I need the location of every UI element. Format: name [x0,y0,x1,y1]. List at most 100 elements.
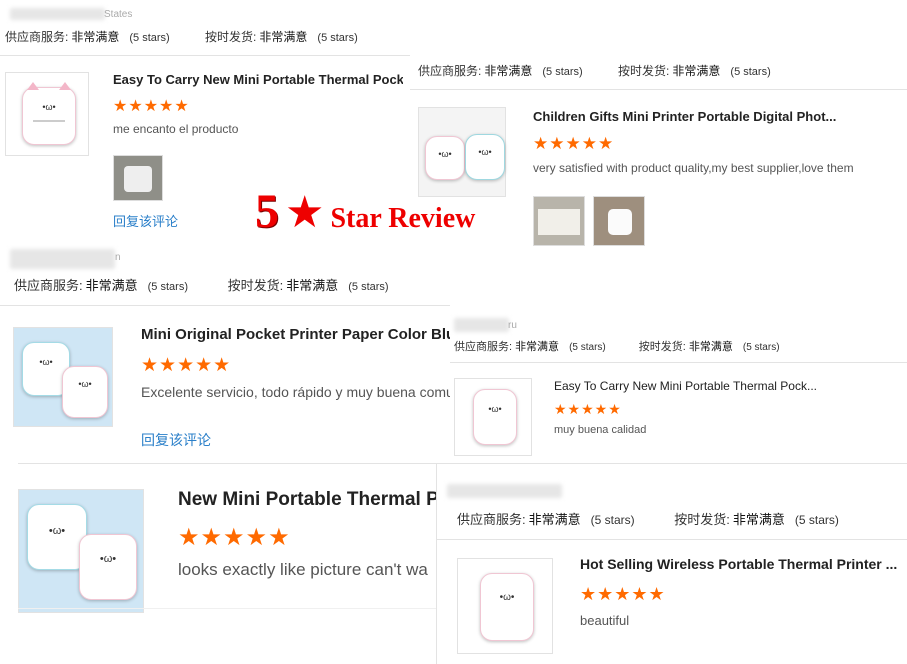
review-text: me encanto el producto [113,122,239,136]
shipping-stars: (5 stars) [348,281,389,293]
product-title[interactable]: Mini Original Pocket Printer Paper Color… [141,326,450,343]
review-photo[interactable] [533,196,585,246]
review-photo[interactable] [113,155,163,201]
printer-face-icon: •ω• [78,379,92,389]
headline-star-icon: ★ [285,188,325,237]
supplier-service-label: 供应商服务: [418,64,482,78]
supplier-service-stars: (5 stars) [129,32,170,44]
printer-face-icon: •ω• [438,149,452,159]
star-rating: ★★★★★ [533,134,615,153]
review-text: beautiful [580,613,630,628]
star-rating: ★★★★★ [554,401,622,417]
printer-face-icon: •ω• [488,404,502,414]
divider [0,55,410,56]
divider [18,463,436,464]
product-title[interactable]: Easy To Carry New Mini Portable Thermal … [113,72,403,87]
divider [450,362,907,363]
supplier-service-label: 供应商服务: [14,278,83,293]
supplier-service-stars: (5 stars) [147,281,188,293]
divider [410,89,907,90]
divider [437,539,907,540]
divider [18,608,436,609]
shipping-value: 非常满意 [688,341,733,353]
printer-face-icon: •ω• [99,553,117,565]
seller-rating-row: 供应商服务: 非常满意 (5 stars) 按时发货: 非常满意 (5 stars) [418,62,771,79]
country-label: n [115,252,121,263]
country-label: States [104,9,133,20]
shipping-label: 按时发货: [674,512,730,527]
supplier-service-label: 供应商服务: [5,30,69,44]
product-thumbnail[interactable]: •ω• [454,378,532,456]
product-thumbnail[interactable]: •ω• •ω• [18,489,144,613]
printer-face-icon: •ω• [48,525,66,537]
supplier-service-value: 非常满意 [484,64,533,78]
product-title[interactable]: New Mini Portable Thermal P [178,489,436,511]
shipping-stars: (5 stars) [730,66,771,78]
product-thumbnail[interactable]: •ω• [5,72,89,156]
reply-link[interactable]: 回复该评论 [141,430,211,450]
supplier-service-label: 供应商服务: [457,512,526,527]
printer-image: •ω• [22,82,76,145]
reply-link[interactable]: 回复该评论 [113,211,178,230]
review-card-2: 供应商服务: 非常满意 (5 stars) 按时发货: 非常满意 (5 stars) •… [410,55,907,255]
review-text: looks exactly like picture can't wa [178,560,428,579]
shipping-label: 按时发货: [205,30,257,44]
username-blur [454,318,509,332]
product-title[interactable]: Easy To Carry New Mini Portable Thermal … [554,379,854,393]
supplier-service-value: 非常满意 [515,341,560,353]
supplier-service-stars: (5 stars) [590,513,635,527]
shipping-stars: (5 stars) [794,513,839,527]
username-blur [10,249,115,269]
shipping-value: 非常满意 [286,278,339,293]
supplier-service-value: 非常满意 [71,30,120,44]
shipping-label: 按时发货: [618,64,670,78]
seller-rating-row: 供应商服务: 非常满意 (5 stars) 按时发货: 非常满意 (5 stars) [5,28,358,45]
username-blur [447,484,562,498]
username-blur [10,8,105,20]
product-thumbnail[interactable]: •ω• •ω• [13,327,113,427]
product-title[interactable]: Hot Selling Wireless Portable Thermal Pr… [580,556,900,572]
headline-text: Star Review [330,203,476,234]
review-text: very satisfied with product quality,my b… [533,161,854,175]
printer-image: •ω• [480,573,534,641]
supplier-service-value: 非常满意 [85,278,138,293]
printer-face-icon: •ω• [499,592,515,603]
divider [0,305,450,306]
review-text: muy buena calidad [554,424,647,436]
seller-rating-row: 供应商服务: 非常满意 (5 stars) 按时发货: 非常满意 (5 stars) [454,338,780,354]
review-text: Excelente servicio, todo rápido y muy bu… [141,384,450,400]
shipping-stars: (5 stars) [742,342,780,353]
supplier-service-stars: (5 stars) [569,342,606,353]
review-card-5: •ω• •ω• New Mini Portable Thermal P ★★★★… [0,463,436,664]
country-label: ru [508,320,517,331]
review-card-4: ru 供应商服务: 非常满意 (5 stars) 按时发货: 非常满意 (5 stars… [450,310,907,460]
shipping-label: 按时发货: [638,341,686,353]
shipping-label: 按时发货: [227,278,284,293]
product-thumbnail[interactable]: •ω• [457,558,553,654]
star-rating: ★★★★★ [178,524,291,551]
review-card-6: 供应商服务: 非常满意 (5 stars) 按时发货: 非常满意 (5 stars) •… [436,463,907,664]
printer-image: •ω• [425,136,465,180]
seller-rating-row: 供应商服务: 非常满意 (5 stars) 按时发货: 非常满意 (5 stars) [457,509,839,528]
five-star-review-headline: 5 ★ Star Review [255,184,475,239]
printer-face-icon: •ω• [478,147,492,157]
printer-image: •ω• [27,504,87,570]
shipping-value: 非常满意 [672,64,721,78]
product-title[interactable]: Children Gifts Mini Printer Portable Dig… [533,109,843,124]
review-card-3: n 供应商服务: 非常满意 (5 stars) 按时发货: 非常满意 (5 stars)… [0,245,450,460]
star-rating: ★★★★★ [113,98,190,115]
seller-rating-row: 供应商服务: 非常满意 (5 stars) 按时发货: 非常满意 (5 stars) [14,275,389,294]
shipping-value: 非常满意 [259,30,308,44]
supplier-service-stars: (5 stars) [542,66,583,78]
printer-image: •ω• [79,534,137,600]
printer-face-icon: •ω• [39,357,53,367]
shipping-stars: (5 stars) [317,32,358,44]
printer-image: •ω• [473,389,517,445]
star-rating: ★★★★★ [141,355,232,376]
printer-image: •ω• [465,134,505,180]
shipping-value: 非常满意 [732,512,785,527]
supplier-service-label: 供应商服务: [454,341,513,353]
review-photo[interactable] [593,196,645,246]
printer-image: •ω• [62,366,108,418]
printer-face-icon: •ω• [42,102,56,112]
